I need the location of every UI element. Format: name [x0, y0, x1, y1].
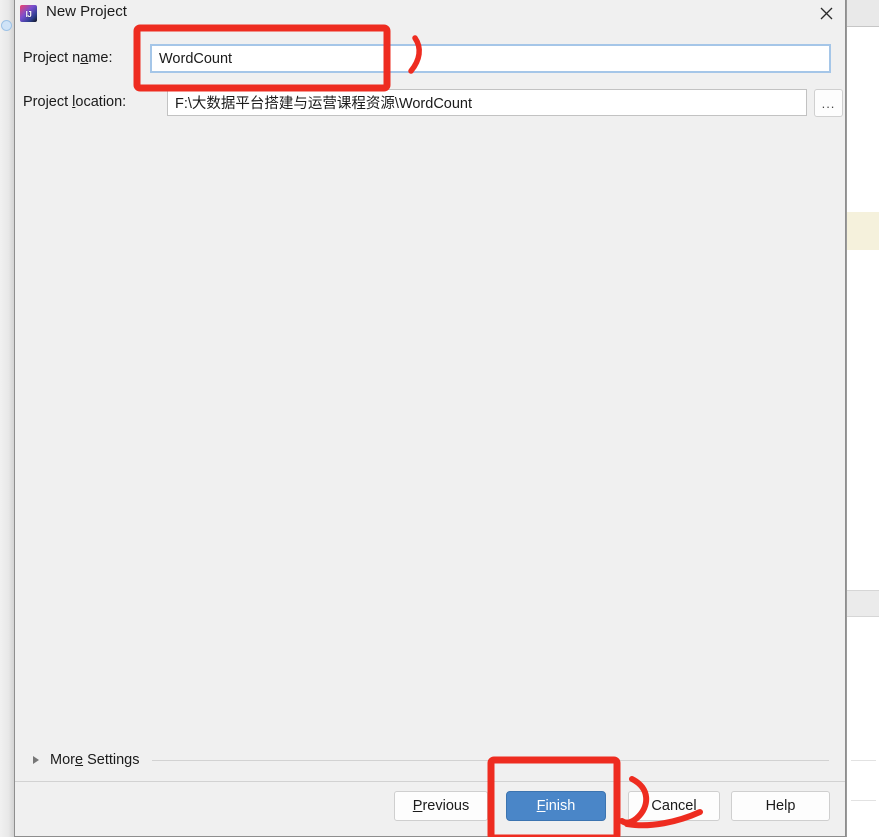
ide-gutter-marker-icon: [1, 20, 12, 31]
chevron-right-icon: [33, 756, 39, 764]
ide-left-gutter: [0, 0, 15, 837]
ide-section-band: [847, 590, 879, 617]
dialog-title: New Project: [46, 3, 127, 20]
project-name-input[interactable]: [150, 44, 831, 73]
close-icon[interactable]: [805, 0, 847, 27]
more-settings-separator: [152, 759, 829, 761]
finish-button[interactable]: Finish: [506, 791, 606, 821]
project-location-label: Project location:: [23, 94, 127, 110]
new-project-dialog: IJ New Project Project name: Project loc…: [14, 0, 846, 837]
intellij-idea-icon-text: IJ: [25, 9, 32, 19]
cancel-button[interactable]: Cancel: [628, 791, 720, 821]
ide-divider: [851, 760, 876, 761]
dialog-titlebar: IJ New Project: [15, 0, 845, 28]
ide-editor-pane: [846, 0, 879, 837]
footer-separator: [15, 781, 845, 782]
more-settings-toggle[interactable]: More Settings: [33, 748, 829, 772]
intellij-idea-icon: IJ: [20, 5, 37, 22]
previous-button[interactable]: Previous: [394, 791, 488, 821]
project-name-label: Project name:: [23, 50, 113, 66]
help-button[interactable]: Help: [731, 791, 830, 821]
ide-divider: [851, 800, 876, 801]
ide-highlighted-line: [847, 212, 879, 250]
project-location-input[interactable]: [167, 89, 807, 116]
more-settings-label: More Settings: [50, 752, 140, 768]
browse-location-button[interactable]: ...: [814, 89, 843, 117]
ide-editor-tabbar: [847, 0, 879, 27]
